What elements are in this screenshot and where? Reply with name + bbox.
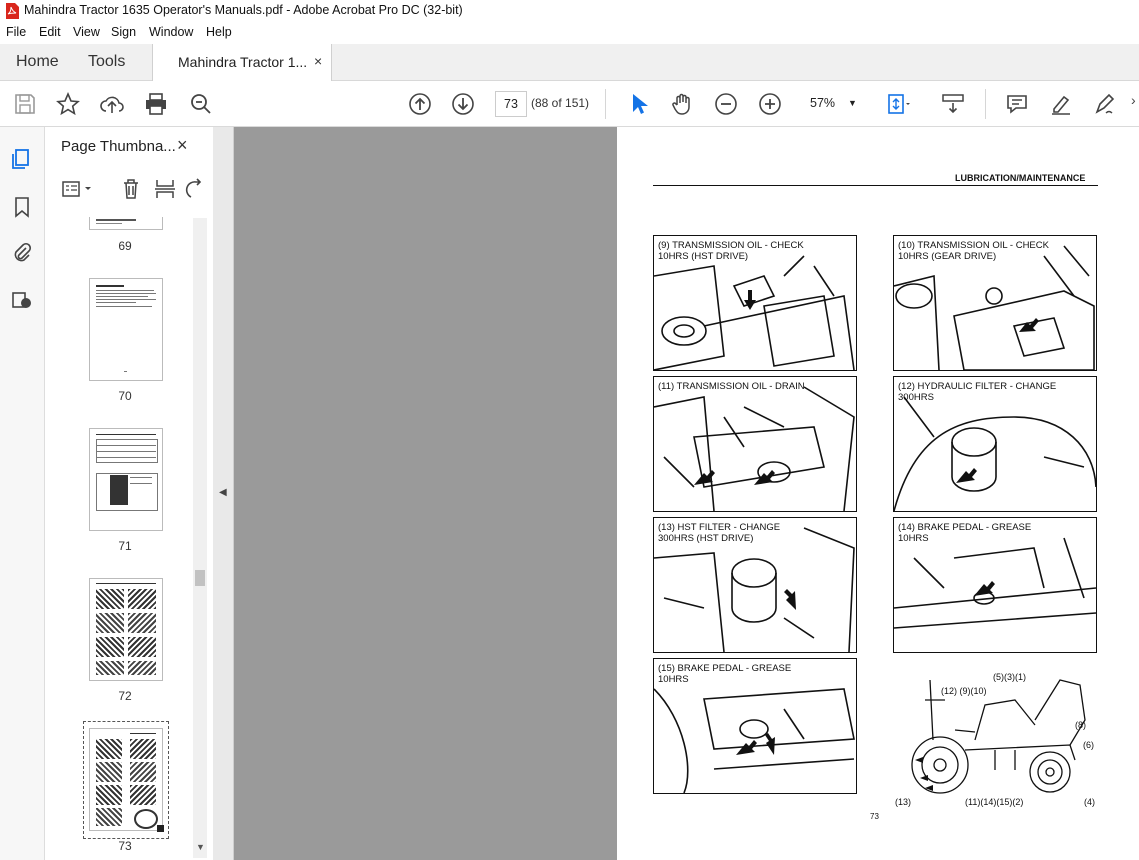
next-page-button[interactable] bbox=[450, 91, 476, 117]
hand-tool-icon[interactable] bbox=[669, 91, 695, 117]
tab-close-button[interactable]: × bbox=[314, 53, 322, 69]
upload-cloud-icon[interactable] bbox=[99, 91, 125, 117]
bookmark-star-icon[interactable] bbox=[55, 91, 81, 117]
thumbnail-page-69[interactable] bbox=[89, 217, 163, 230]
panel-close-button[interactable]: × bbox=[177, 135, 188, 156]
scrollbar-thumb[interactable] bbox=[195, 570, 205, 586]
window-title: Mahindra Tractor 1635 Operator's Manuals… bbox=[24, 3, 463, 17]
diagram-label-bottom-right: (4) bbox=[1084, 797, 1095, 807]
zoom-out-button[interactable] bbox=[713, 91, 739, 117]
menu-window[interactable]: Window bbox=[149, 25, 193, 39]
diagram-label-top: (5)(3)(1) bbox=[993, 672, 1026, 682]
menu-bar: File Edit View Sign Window Help bbox=[0, 22, 1139, 44]
title-bar: Mahindra Tractor 1635 Operator's Manuals… bbox=[0, 0, 1139, 22]
diagram-label-right-2: (6) bbox=[1083, 740, 1094, 750]
heading-rule bbox=[653, 185, 1098, 186]
tab-tools[interactable]: Tools bbox=[88, 53, 125, 71]
photo-brake-pedal-grease-14: (14) BRAKE PEDAL - GREASE 10HRS bbox=[893, 517, 1097, 653]
toolbar-divider bbox=[605, 89, 606, 119]
toolbar: 73 (88 of 151) 57% ▼ bbox=[0, 81, 1139, 127]
page-thumbnails-icon[interactable] bbox=[10, 147, 34, 171]
menu-edit[interactable]: Edit bbox=[39, 25, 61, 39]
thumbnail-options-icon[interactable] bbox=[61, 177, 95, 201]
thumbnail-page-71[interactable] bbox=[89, 428, 163, 531]
attachments-paperclip-icon[interactable] bbox=[10, 241, 34, 265]
panel-title: Page Thumbna... bbox=[61, 138, 176, 155]
thumbnails-scrollbar[interactable]: ▼ bbox=[193, 218, 207, 858]
tab-document-label: Mahindra Tractor 1... bbox=[178, 54, 308, 70]
diagram-label-top-left: (12) (9)(10) bbox=[941, 686, 987, 696]
thumbnail-page-72[interactable] bbox=[89, 578, 163, 681]
tab-bar: Home Tools Mahindra Tractor 1... × bbox=[0, 44, 1139, 81]
delete-trash-icon[interactable] bbox=[119, 177, 143, 201]
scroll-down-chevron-icon[interactable]: ▼ bbox=[196, 842, 205, 852]
zoom-in-button[interactable] bbox=[757, 91, 783, 117]
sign-pen-icon[interactable] bbox=[1092, 91, 1118, 117]
bookmarks-icon[interactable] bbox=[10, 195, 34, 219]
zoom-search-icon[interactable] bbox=[188, 91, 214, 117]
selected-thumbnail-marker bbox=[157, 825, 164, 832]
diagram-label-bottom-mid: (11)(14)(15)(2) bbox=[965, 797, 1024, 807]
print-icon[interactable] bbox=[143, 91, 169, 117]
photo-hydraulic-filter-change: (12) HYDRAULIC FILTER - CHANGE 300HRS bbox=[893, 376, 1097, 512]
photo-transmission-oil-check-gear: (10) TRANSMISSION OIL - CHECK 10HRS (GEA… bbox=[893, 235, 1097, 371]
insert-page-icon[interactable] bbox=[153, 177, 177, 201]
photo-caption: (15) BRAKE PEDAL - GREASE 10HRS bbox=[658, 663, 792, 685]
tab-document[interactable]: Mahindra Tractor 1... × bbox=[152, 44, 332, 81]
panel-collapse-strip[interactable]: ◀ bbox=[213, 127, 234, 860]
photo-caption: (14) BRAKE PEDAL - GREASE 10HRS bbox=[898, 522, 1032, 544]
menu-help[interactable]: Help bbox=[206, 25, 232, 39]
diagram-label-right-1: (8) bbox=[1075, 720, 1086, 730]
menu-view[interactable]: View bbox=[73, 25, 100, 39]
layers-shield-icon[interactable] bbox=[10, 288, 34, 312]
chevron-down-icon: ▼ bbox=[848, 98, 857, 108]
photo-transmission-oil-drain: (11) TRANSMISSION OIL - DRAIN bbox=[653, 376, 857, 512]
thumbnail-label: 71 bbox=[118, 539, 132, 553]
photo-transmission-oil-check-hst: (9) TRANSMISSION OIL - CHECK 10HRS (HST … bbox=[653, 235, 857, 371]
photo-hst-filter-change: (13) HST FILTER - CHANGE 300HRS (HST DRI… bbox=[653, 517, 857, 653]
menu-sign[interactable]: Sign bbox=[111, 25, 136, 39]
fit-page-icon[interactable] bbox=[884, 91, 910, 117]
page-count: (88 of 151) bbox=[531, 96, 590, 110]
comment-icon[interactable] bbox=[1004, 91, 1030, 117]
menu-file[interactable]: File bbox=[6, 25, 26, 39]
highlight-pen-icon[interactable] bbox=[1048, 91, 1074, 117]
diagram-label-bottom-left: (13) bbox=[895, 797, 912, 807]
document-page-number: 73 bbox=[870, 812, 879, 821]
rotate-icon[interactable] bbox=[183, 177, 207, 201]
page-thumbnails-panel: Page Thumbna... × 69 70 71 72 73 bbox=[45, 127, 214, 860]
acrobat-pdf-icon bbox=[6, 3, 19, 19]
page-number-input[interactable]: 73 bbox=[495, 91, 527, 117]
photo-caption: (13) HST FILTER - CHANGE 300HRS (HST DRI… bbox=[658, 522, 781, 544]
previous-page-button[interactable] bbox=[407, 91, 433, 117]
thumbnail-label: 70 bbox=[118, 389, 132, 403]
photo-caption: (12) HYDRAULIC FILTER - CHANGE 300HRS bbox=[898, 381, 1057, 403]
photo-caption: (9) TRANSMISSION OIL - CHECK 10HRS (HST … bbox=[658, 240, 804, 262]
select-cursor-icon[interactable] bbox=[625, 91, 651, 117]
toolbar-divider bbox=[985, 89, 986, 119]
photo-caption: (11) TRANSMISSION OIL - DRAIN bbox=[658, 381, 805, 392]
thumbnail-label: 72 bbox=[118, 689, 132, 703]
section-heading: LUBRICATION/MAINTENANCE bbox=[955, 173, 1086, 183]
thumbnail-page-70[interactable] bbox=[89, 278, 163, 381]
left-navigation-rail bbox=[0, 127, 45, 860]
thumbnail-page-73[interactable] bbox=[89, 728, 163, 831]
zoom-level-select[interactable]: 57% ▼ bbox=[800, 91, 862, 115]
save-icon[interactable] bbox=[12, 91, 38, 117]
tab-home[interactable]: Home bbox=[16, 53, 59, 71]
photo-brake-pedal-grease-15: (15) BRAKE PEDAL - GREASE 10HRS bbox=[653, 658, 857, 794]
thumbnail-label: 73 bbox=[118, 839, 132, 853]
zoom-level-value: 57% bbox=[810, 96, 836, 110]
more-tools-chevron-icon[interactable]: › bbox=[1131, 92, 1136, 108]
collapse-arrow-icon[interactable]: ◀ bbox=[219, 487, 227, 498]
thumbnail-label: 69 bbox=[118, 239, 132, 253]
scroll-mode-icon[interactable] bbox=[940, 91, 966, 117]
photo-caption: (10) TRANSMISSION OIL - CHECK 10HRS (GEA… bbox=[898, 240, 1049, 262]
